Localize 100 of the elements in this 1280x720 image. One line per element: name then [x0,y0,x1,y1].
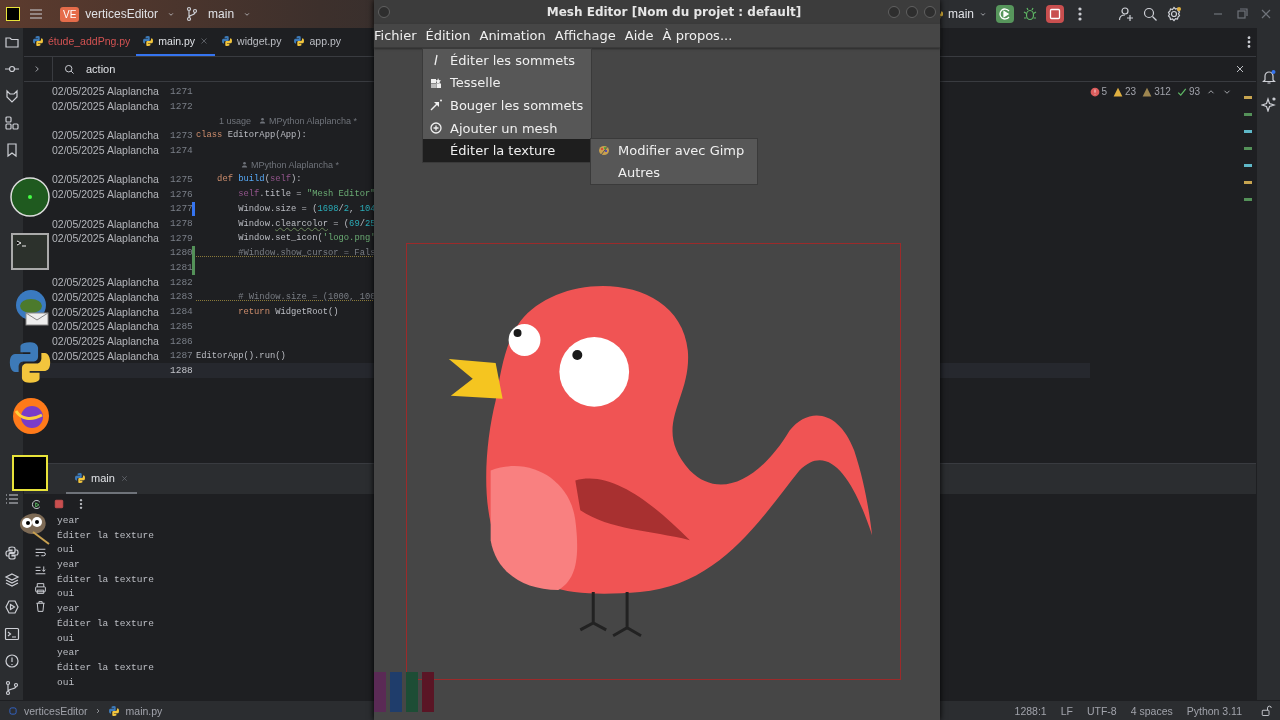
add-circle-icon [430,122,442,135]
blame-annotation: 02/05/2025 Alaplancha [51,320,160,333]
menu-item[interactable]: Aide [624,28,654,43]
rerun-button[interactable] [996,5,1014,23]
breadcrumb-item[interactable]: main.py [125,704,163,717]
search-icon[interactable] [1142,6,1158,22]
terminal-icon[interactable] [3,626,20,642]
menu-item[interactable]: À propos... [662,28,733,43]
app-logo-icon[interactable] [6,7,20,21]
line-number: 1281 [170,262,192,274]
line-number: 1285 [170,320,192,332]
console-line: year [57,646,81,661]
palette-icon [598,144,610,157]
search-icon[interactable] [63,62,76,76]
branch-selector[interactable]: main [208,7,235,21]
menu-item[interactable]: Affichage [554,28,616,43]
bug-icon[interactable] [1022,6,1038,22]
error-count[interactable]: 5 [1101,86,1108,97]
file-tab[interactable]: app.py [287,28,347,56]
person-icon [259,117,267,125]
console-line: year [57,514,81,528]
rerun-icon[interactable] [30,497,43,511]
menu-entry[interactable]: Éditer les sommets [423,49,591,72]
status-item[interactable]: 1288:1 [1014,704,1047,717]
terminal-icon[interactable] [11,233,49,270]
run-config-selector[interactable]: main [948,7,974,21]
weak-warning-count[interactable]: 312 [1154,86,1171,97]
fox-globe-icon[interactable] [12,397,50,435]
menu-entry[interactable]: Bouger les sommets [423,94,591,117]
line-number: 1271 [170,85,192,97]
blame-annotation: 02/05/2025 Alaplancha [51,290,160,303]
problems-icon[interactable] [3,653,20,669]
author-hint[interactable]: MPython Alaplancha * [269,115,358,126]
color-swatch[interactable] [390,672,402,712]
radar-icon[interactable] [10,177,50,217]
console-line: Éditer la texture [57,528,154,543]
color-swatch[interactable] [406,672,418,712]
menu-entry[interactable]: Ajouter un mesh [423,116,591,140]
warning-count[interactable]: 23 [1125,86,1137,97]
console-line: Éditer la texture [57,572,154,587]
python-file-icon [107,704,120,717]
menu-entry[interactable]: Modifier avec Gimp [591,139,757,162]
blame-annotation: 02/05/2025 Alaplancha [51,232,160,245]
file-tab[interactable]: main.py [136,28,216,56]
lock-icon[interactable] [1260,704,1272,717]
color-swatch[interactable] [374,672,386,712]
python-console-icon[interactable] [3,545,20,561]
stop-button[interactable] [1046,5,1064,23]
project-selector[interactable]: VE verticesEditor [60,6,159,22]
warning-icon [1142,86,1153,97]
line-number: 1282 [170,276,192,288]
menu-item[interactable]: Fichier [374,28,417,43]
fox-head-icon[interactable] [3,88,20,104]
mail-icon[interactable] [14,289,50,326]
error-icon [1089,86,1100,97]
usages-hint[interactable]: 1 usage [219,115,252,126]
blame-annotation: 02/05/2025 Alaplancha [51,217,160,230]
menu-item[interactable]: Animation [479,28,546,43]
status-item[interactable]: 4 spaces [1130,704,1173,717]
git-icon[interactable] [3,680,20,696]
status-item[interactable]: UTF-8 [1086,704,1117,717]
structure-icon[interactable] [3,115,20,131]
stop-icon[interactable] [53,498,65,510]
settings-icon[interactable] [1166,6,1182,22]
line-number: 1286 [170,335,192,347]
menu-item[interactable]: Édition [425,28,471,43]
console-line: year [57,602,81,617]
services-icon[interactable] [3,599,20,615]
notification-icon[interactable] [1260,69,1277,85]
layers-icon[interactable] [3,572,20,588]
sparkle-icon[interactable] [1260,96,1277,112]
line-number: 1272 [170,100,192,112]
status-item[interactable]: LF [1060,704,1073,717]
blame-annotation: 02/05/2025 Alaplancha [51,85,160,98]
line-number: 1273 [170,129,192,141]
file-tab[interactable]: étude_addPng.py [26,28,137,56]
python-icon[interactable] [8,340,52,385]
close-icon[interactable] [1234,63,1246,75]
menu-entry[interactable]: Éditer la texture [423,139,591,162]
run-tab[interactable]: main [66,464,137,494]
color-swatch[interactable] [422,672,434,712]
typo-count[interactable]: 93 [1188,86,1200,97]
folder-icon[interactable] [3,34,20,50]
menu-entry[interactable]: Autres [591,161,757,185]
line-number: 1275 [170,173,192,185]
menu-icon[interactable] [28,6,44,22]
soft-wrap-icon[interactable] [34,546,47,559]
scroll-to-end-icon[interactable] [34,564,47,577]
print-icon[interactable] [34,582,47,595]
add-user-icon[interactable] [1118,6,1134,22]
line-number: 1277 [170,203,192,215]
author-hint[interactable]: MPython Alaplancha * [251,159,340,170]
window-title: Mesh Editor [Nom du projet : default] [545,5,803,19]
file-tab[interactable]: widget.py [215,28,288,56]
ide-launcher-icon[interactable] [12,455,48,491]
trash-icon[interactable] [34,600,47,613]
menu-entry[interactable]: Tesselle [423,71,591,95]
breadcrumb-item[interactable]: verticesEditor [24,704,88,717]
status-item[interactable]: Python 3.11 [1186,704,1242,717]
list-icon[interactable] [3,491,20,507]
